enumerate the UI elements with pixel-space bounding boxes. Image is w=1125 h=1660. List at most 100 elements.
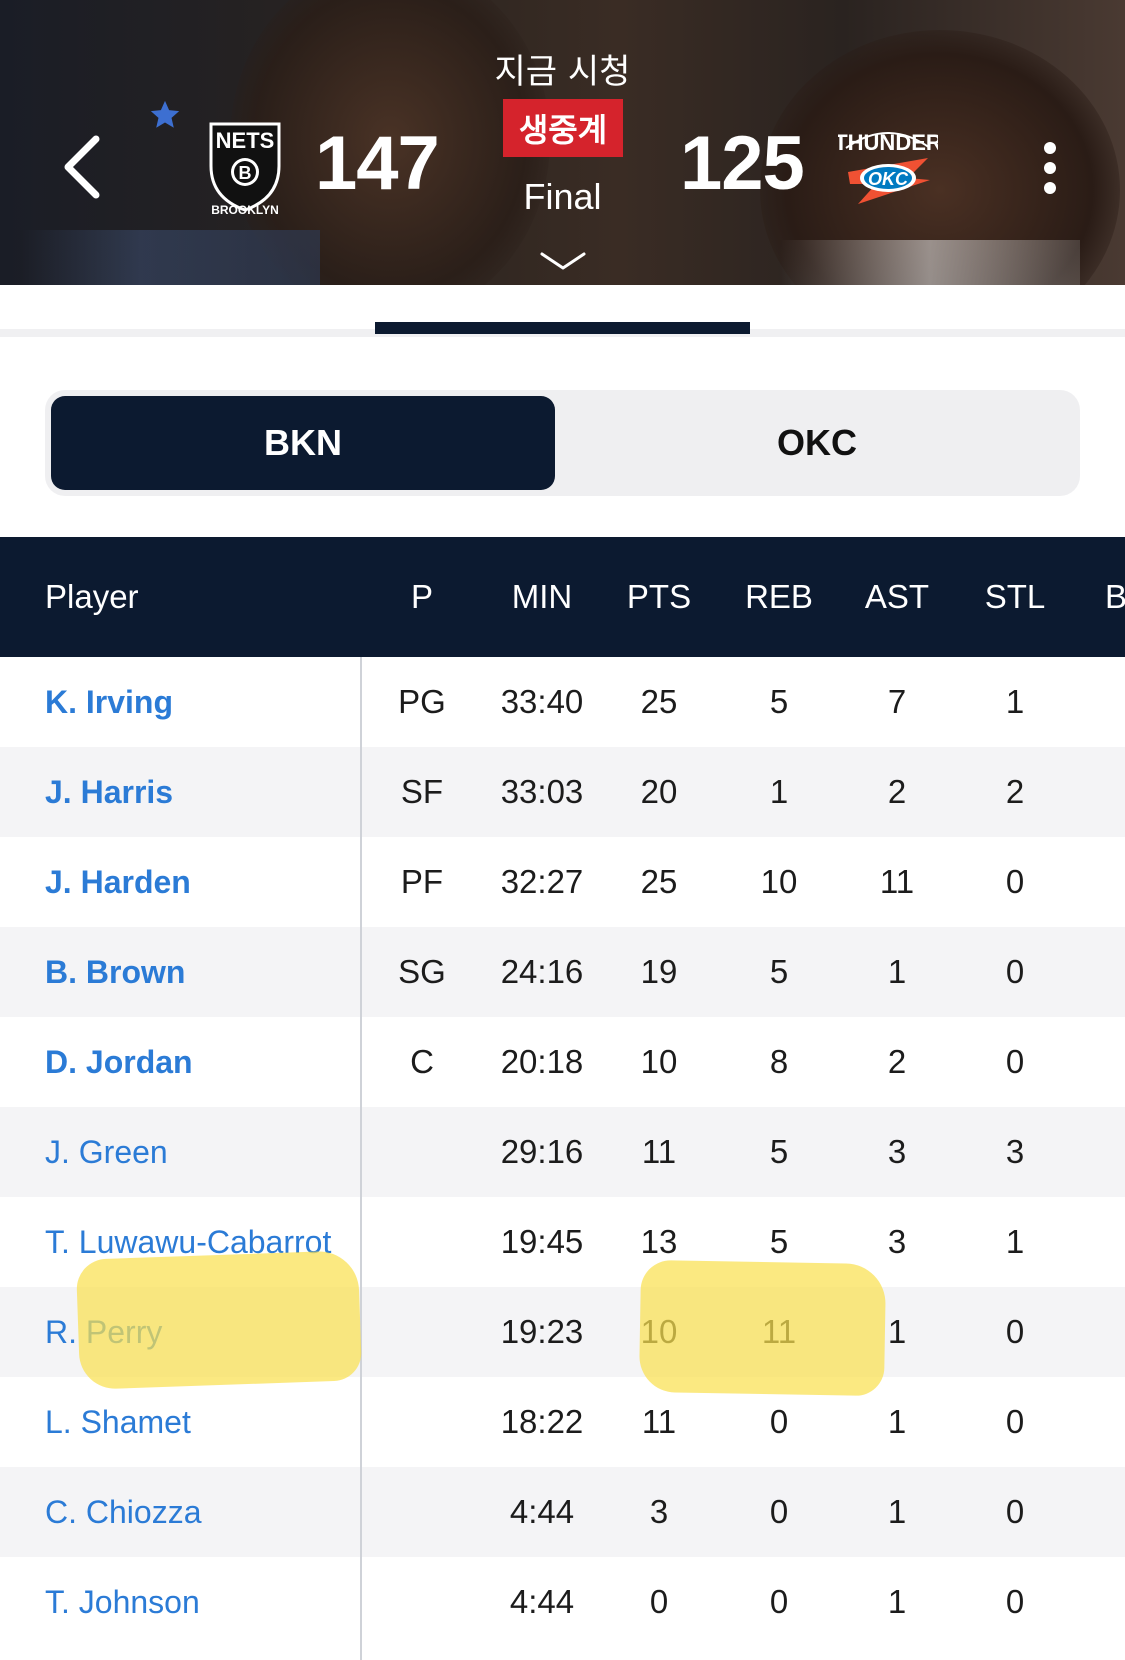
player-name-link[interactable]: J. Green <box>45 1107 168 1197</box>
column-header-pts[interactable]: PTS <box>618 537 700 657</box>
rebounds-cell: 8 <box>769 1043 789 1080</box>
steals-cell: 0 <box>1005 953 1025 990</box>
steals-cell: 1 <box>1005 683 1025 720</box>
table-row[interactable]: D. Jordan C 20:18 10 8 2 0 <box>0 1017 1125 1107</box>
rebounds-cell: 1 <box>769 773 789 810</box>
live-badge[interactable]: 생중계 <box>503 99 623 157</box>
player-name-link[interactable]: J. Harden <box>45 837 191 927</box>
rebounds-cell: 5 <box>769 1133 789 1170</box>
favorite-star-icon[interactable] <box>148 98 182 132</box>
player-name-link[interactable]: L. Shamet <box>45 1377 191 1467</box>
table-row[interactable]: L. Shamet 18:22 11 0 1 0 <box>0 1377 1125 1467</box>
points-cell: 11 <box>641 1133 677 1170</box>
minutes-cell: 20:18 <box>500 1043 584 1080</box>
position-cell <box>384 1557 460 1647</box>
steals-cell: 2 <box>1005 773 1025 810</box>
column-header-ast[interactable]: AST <box>856 537 938 657</box>
points-cell: 25 <box>640 683 678 720</box>
steals-cell: 3 <box>1005 1133 1025 1170</box>
position-cell <box>384 1197 460 1287</box>
section-tabs <box>0 285 1125 337</box>
table-row[interactable]: K. Irving PG 33:40 25 5 7 1 <box>0 657 1125 747</box>
player-name-link[interactable]: D. Jordan <box>45 1017 193 1107</box>
minutes-cell: 18:22 <box>500 1403 584 1440</box>
assists-cell: 1 <box>887 953 907 990</box>
position-cell: PF <box>400 863 444 900</box>
points-cell: 19 <box>640 953 678 990</box>
steals-cell: 0 <box>1005 863 1025 900</box>
player-name-link[interactable]: T. Johnson <box>45 1557 200 1647</box>
column-header-stl[interactable]: STL <box>974 537 1056 657</box>
position-cell <box>384 1287 460 1377</box>
steals-cell: 0 <box>1005 1043 1025 1080</box>
assists-cell: 7 <box>887 683 907 720</box>
rebounds-cell: 5 <box>769 953 789 990</box>
table-row[interactable]: B. Brown SG 24:16 19 5 1 0 <box>0 927 1125 1017</box>
column-header-position[interactable]: P <box>384 537 460 657</box>
away-score: 125 <box>680 121 805 206</box>
assists-cell: 1 <box>887 1583 907 1620</box>
svg-text:THUNDER: THUNDER <box>838 130 938 155</box>
table-row[interactable]: J. Green 29:16 11 5 3 3 <box>0 1107 1125 1197</box>
player-name-link[interactable]: B. Brown <box>45 927 185 1017</box>
watch-now-label[interactable]: 지금 시청 <box>0 44 1125 93</box>
jersey-left <box>20 230 320 285</box>
player-name-link[interactable]: J. Harris <box>45 747 173 837</box>
table-row[interactable]: J. Harden PF 32:27 25 10 11 0 <box>0 837 1125 927</box>
position-cell: C <box>410 1043 434 1080</box>
table-row[interactable]: T. Johnson 4:44 0 0 1 0 <box>0 1557 1125 1647</box>
position-cell: SF <box>400 773 444 810</box>
game-status: Final <box>523 176 602 217</box>
table-header: Player P MIN PTS REB AST STL B <box>0 537 1125 657</box>
svg-text:NETS: NETS <box>216 128 275 153</box>
minutes-cell: 4:44 <box>509 1493 575 1530</box>
minutes-cell: 19:23 <box>500 1313 584 1350</box>
assists-cell: 1 <box>887 1493 907 1530</box>
points-cell: 0 <box>649 1583 669 1620</box>
position-cell: SG <box>398 953 446 990</box>
steals-cell: 0 <box>1005 1313 1025 1350</box>
team-toggle: BKN OKC <box>45 390 1080 496</box>
assists-cell: 11 <box>879 863 915 900</box>
active-tab-indicator[interactable] <box>375 322 750 334</box>
steals-cell: 0 <box>1005 1493 1025 1530</box>
team-toggle-okc[interactable]: OKC <box>565 396 1069 490</box>
highlighter-mark-name <box>75 1250 363 1390</box>
assists-cell: 2 <box>887 1043 907 1080</box>
position-cell <box>384 1377 460 1467</box>
position-cell <box>384 1107 460 1197</box>
column-header-player[interactable]: Player <box>45 537 139 657</box>
rebounds-cell: 0 <box>769 1583 789 1620</box>
column-header-min[interactable]: MIN <box>490 537 594 657</box>
jersey-right <box>780 240 1080 285</box>
table-row[interactable]: J. Harris SF 33:03 20 1 2 2 <box>0 747 1125 837</box>
table-row[interactable]: C. Chiozza 4:44 3 0 1 0 <box>0 1467 1125 1557</box>
rebounds-cell: 10 <box>760 863 798 900</box>
more-vertical-icon[interactable] <box>1036 140 1064 196</box>
points-cell: 10 <box>640 1043 678 1080</box>
steals-cell: 0 <box>1005 1583 1025 1620</box>
game-header: NETS B BROOKLYN 147 지금 시청 생중계 Final 125 … <box>0 0 1125 285</box>
svg-text:OKC: OKC <box>868 169 909 189</box>
minutes-cell: 4:44 <box>509 1583 575 1620</box>
points-cell: 3 <box>649 1493 669 1530</box>
table-body: K. Irving PG 33:40 25 5 7 1 J. Harris SF 33:03 20 1… <box>0 657 1125 1647</box>
position-cell: PG <box>398 683 446 720</box>
column-divider <box>360 657 362 1660</box>
position-cell <box>384 1467 460 1557</box>
minutes-cell: 24:16 <box>500 953 584 990</box>
thunder-logo-icon: THUNDER OKC <box>838 130 938 204</box>
column-header-reb[interactable]: REB <box>738 537 820 657</box>
minutes-cell: 33:40 <box>500 683 584 720</box>
column-header-blk-partial[interactable]: B <box>1105 537 1125 657</box>
player-name-link[interactable]: K. Irving <box>45 657 173 747</box>
player-name-link[interactable]: C. Chiozza <box>45 1467 202 1557</box>
chevron-down-icon[interactable] <box>538 250 588 274</box>
box-score-table: Player P MIN PTS REB AST STL B K. Irving… <box>0 537 1125 1647</box>
assists-cell: 3 <box>887 1133 907 1170</box>
minutes-cell: 29:16 <box>500 1133 584 1170</box>
points-cell: 25 <box>640 863 678 900</box>
team-toggle-bkn[interactable]: BKN <box>51 396 555 490</box>
minutes-cell: 19:45 <box>500 1223 584 1260</box>
steals-cell: 0 <box>1005 1403 1025 1440</box>
